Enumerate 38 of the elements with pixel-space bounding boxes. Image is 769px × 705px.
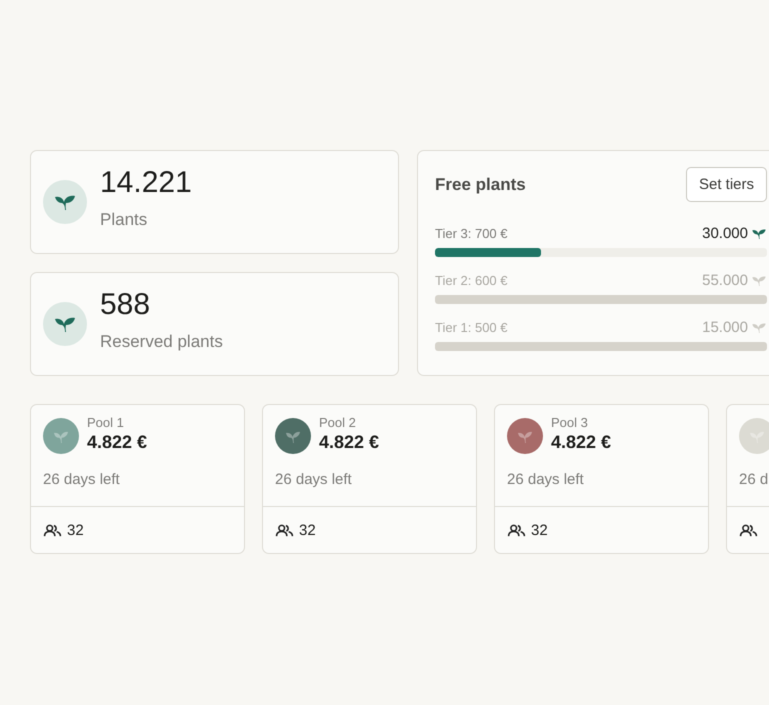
tier-label: Tier 3: 700 € <box>435 226 508 241</box>
leaf-icon <box>751 322 767 334</box>
stat-value: 14.221 <box>100 166 192 200</box>
pool-amount: 4.822 € <box>319 432 380 453</box>
pool-name: Pool 1 <box>87 415 125 430</box>
tier-amount: 30.000 <box>702 225 748 242</box>
pool-card[interactable]: Pool 2 4.822 € 26 days left 32 <box>262 404 477 554</box>
member-count: 32 <box>299 522 316 538</box>
pool-amount: 4.822 € <box>87 432 148 453</box>
pool-name: Pool 3 <box>551 415 589 430</box>
pool-card[interactable]: Pool 1 4.822 € 26 days left 32 <box>30 404 245 554</box>
leaf-icon <box>751 228 767 240</box>
tier-label: Tier 2: 600 € <box>435 273 508 288</box>
member-count: 32 <box>531 522 548 538</box>
people-icon <box>739 524 758 536</box>
leaf-icon <box>43 302 87 346</box>
stat-label: Reserved plants <box>100 332 223 352</box>
days-left: 26 days left <box>43 471 121 488</box>
stat-label: Plants <box>100 210 148 230</box>
tier-label: Tier 1: 500 € <box>435 320 508 335</box>
people-icon <box>507 524 526 536</box>
card-title: Free plants <box>435 174 526 194</box>
days-left: 26 d <box>739 471 769 488</box>
pool-card[interactable]: Pool 3 4.822 € 26 days left 32 <box>494 404 709 554</box>
people-icon <box>275 524 294 536</box>
pool-name: Pool 2 <box>319 415 357 430</box>
pool-card[interactable]: 26 d <box>726 404 769 554</box>
people-icon <box>43 524 62 536</box>
days-left: 26 days left <box>507 471 585 488</box>
set-tiers-button[interactable]: Set tiers <box>686 167 767 202</box>
stat-value: 588 <box>100 288 152 322</box>
days-left: 26 days left <box>275 471 353 488</box>
member-count: 32 <box>67 522 84 538</box>
leaf-icon <box>43 180 87 224</box>
tier-amount: 55.000 <box>702 272 748 289</box>
leaf-icon <box>751 274 767 286</box>
tier-amount: 15.000 <box>702 319 748 336</box>
pool-amount: 4.822 € <box>551 432 612 453</box>
